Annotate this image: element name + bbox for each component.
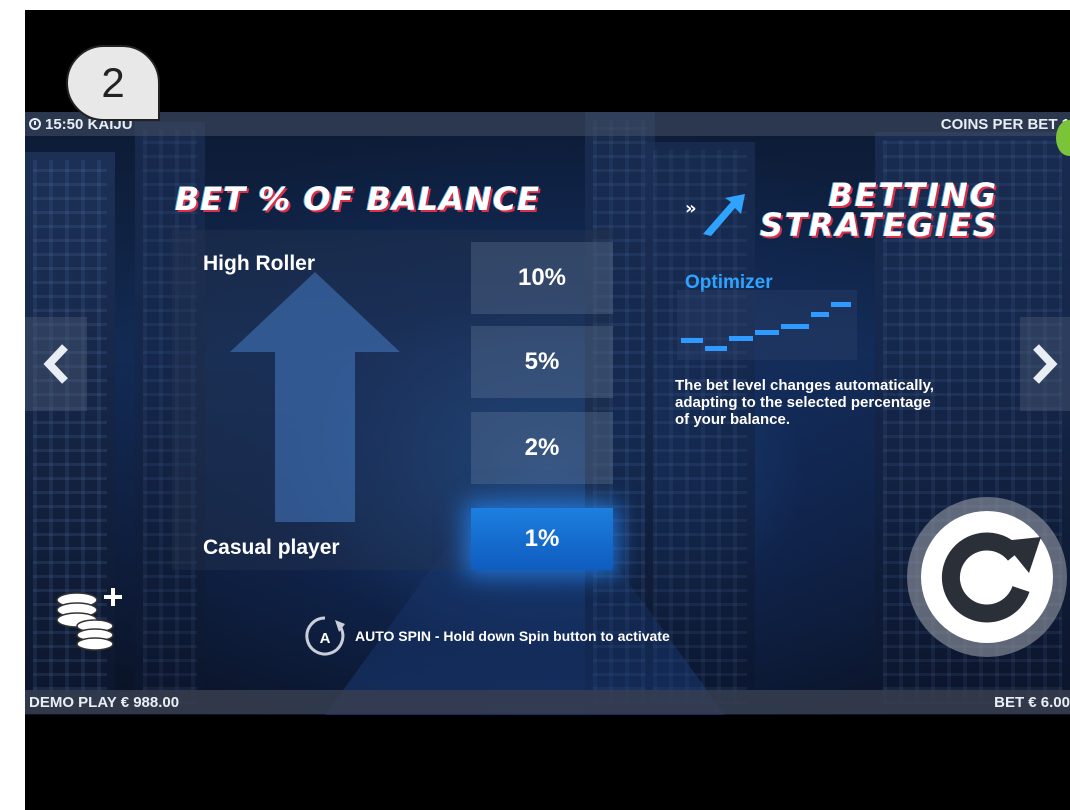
- strategy-description: The bet level changes automatically, ada…: [675, 377, 934, 428]
- next-page-button[interactable]: [1020, 317, 1070, 411]
- bet-option-5[interactable]: 5%: [471, 326, 613, 398]
- game-viewport: 15:50 KAIJU COINS PER BET 1 BET % OF BAL…: [25, 112, 1070, 715]
- screenshot-frame: 2 15:50 KAIJU COINS PER BET 1 BET % OF B…: [25, 10, 1070, 810]
- coins-add-icon[interactable]: [53, 582, 133, 652]
- chevron-left-icon: [43, 344, 68, 384]
- trend-arrow-icon: »: [685, 194, 745, 236]
- top-status-bar: 15:50 KAIJU COINS PER BET 1: [25, 112, 1070, 156]
- step-badge: 2: [66, 45, 160, 121]
- bet-percentage-title: BET % OF BALANCE: [175, 180, 541, 218]
- bottom-status-bar: DEMO PLAY € 988.00 BET € 6.00: [25, 690, 1070, 714]
- autospin-text: AUTO SPIN - Hold down Spin button to act…: [355, 628, 670, 644]
- autospin-icon: A: [305, 616, 345, 656]
- balance-label: DEMO PLAY € 988.00: [29, 693, 180, 711]
- autospin-hint: A AUTO SPIN - Hold down Spin button to a…: [303, 614, 670, 658]
- casual-player-label: Casual player: [203, 536, 340, 559]
- svg-text:»: »: [685, 198, 697, 219]
- chevron-right-icon: [1033, 344, 1058, 384]
- high-roller-label: High Roller: [203, 252, 316, 275]
- coins-per-bet-label: COINS PER BET 1: [940, 115, 1070, 133]
- strategies-title-line2: STRATEGIES: [760, 206, 998, 244]
- spin-button[interactable]: [907, 497, 1067, 657]
- bet-amount-label: BET € 6.00: [994, 693, 1070, 711]
- bet-option-10[interactable]: 10%: [471, 242, 613, 314]
- previous-page-button[interactable]: [25, 317, 87, 411]
- spin-refresh-icon: [921, 511, 1053, 643]
- arrow-up-icon: [230, 272, 400, 522]
- bet-option-1-selected[interactable]: 1%: [471, 508, 613, 570]
- autospin-letter: A: [320, 630, 331, 647]
- betting-strategies-title: BETTING STRATEGIES: [760, 179, 998, 244]
- bet-option-2[interactable]: 2%: [471, 412, 613, 484]
- clock-icon: [29, 118, 41, 130]
- optimizer-chart: [677, 290, 857, 360]
